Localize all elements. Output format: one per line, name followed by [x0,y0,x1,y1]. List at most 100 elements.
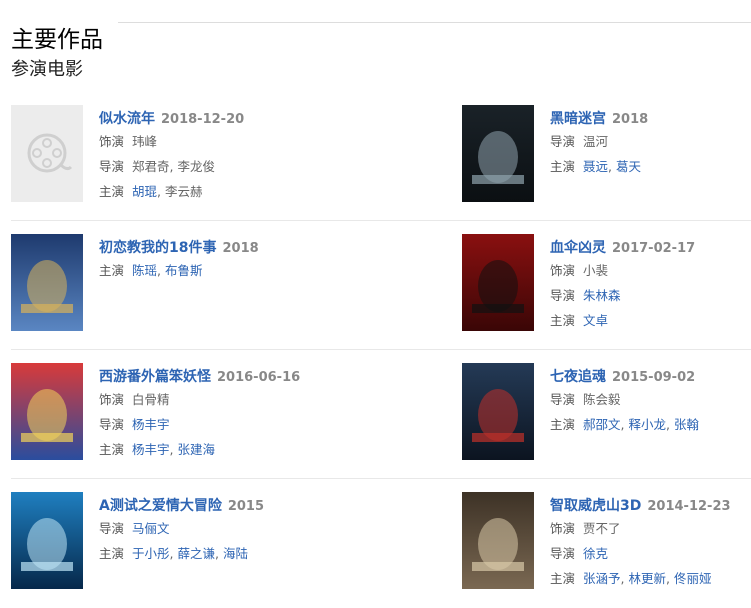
person-link[interactable]: 释小龙 [628,417,666,432]
movie-field: 导演 陈会毅 [550,388,751,412]
person-name: 李云赫 [164,184,203,199]
movie-row: A测试之爱情大冒险 2015 导演 马俪文 主演 于小彤, 薛之谦, 海陆 智取威虎山3D 2… [0,479,751,608]
field-label: 饰演 [99,392,125,407]
person-link[interactable]: 葛天 [616,159,641,174]
movie-date: 2018 [612,112,649,127]
movie-title-line: 血伞凶灵 2017-02-17 [550,236,751,258]
movie-field: 导演 徐克 [550,542,751,566]
person-link[interactable]: 张建海 [177,442,215,457]
movie-poster[interactable] [11,492,83,589]
movie-title-link[interactable]: 黑暗迷宫 [550,111,606,127]
person-link[interactable]: 海陆 [223,546,248,561]
movie-row: 西游番外篇笨妖怪 2016-06-16 饰演 白骨精 导演 杨丰宇 主演 杨丰宇, 张建海 七夜… [0,350,751,479]
person-name: 温河 [583,134,609,149]
field-label: 主演 [550,571,576,586]
movie-row: 似水流年 2018-12-20 饰演 玮峰 导演 郑君奇, 李龙俊 主演 胡琨, 李云赫 黑暗迷… [0,92,751,221]
person-link[interactable]: 马俪文 [132,521,170,536]
movie-item: 西游番外篇笨妖怪 2016-06-16 饰演 白骨精 导演 杨丰宇 主演 杨丰宇, 张建海 [11,363,311,463]
person-name: 郑君奇 [132,159,170,174]
subsection-title: 参演电影 [11,59,83,80]
movie-title-line: 七夜追魂 2015-09-02 [550,365,751,387]
movie-poster[interactable] [11,105,83,202]
movie-poster[interactable] [462,234,534,331]
movie-info: 黑暗迷宫 2018 导演 温河 主演 聂远, 葛天 [550,107,751,179]
movie-title-link[interactable]: 智取威虎山3D [550,498,641,514]
person-name: 玮峰 [132,134,158,149]
section-header: 主要作品 [0,0,751,53]
movie-info: 智取威虎山3D 2014-12-23 饰演 贾不了 导演 徐克 主演 张涵予, 林更新, 佟丽… [550,494,751,591]
name-separator: , [666,571,674,586]
movie-title-line: A测试之爱情大冒险 2015 [99,494,311,516]
person-link[interactable]: 杨丰宇 [132,442,170,457]
movie-title-line: 初恋教我的18件事 2018 [99,236,311,258]
field-label: 主演 [99,442,125,457]
person-link[interactable]: 布鲁斯 [165,263,203,278]
movie-title-line: 似水流年 2018-12-20 [99,107,311,129]
person-name: 白骨精 [132,392,170,407]
field-label: 主演 [99,184,125,199]
movie-item: 初恋教我的18件事 2018 主演 陈瑶, 布鲁斯 [11,234,311,334]
movie-date: 2017-02-17 [612,241,696,256]
movie-info: A测试之爱情大冒险 2015 导演 马俪文 主演 于小彤, 薛之谦, 海陆 [99,494,311,566]
field-label: 导演 [99,417,125,432]
person-link[interactable]: 杨丰宇 [132,417,170,432]
person-link[interactable]: 徐克 [583,546,608,561]
field-label: 导演 [99,521,125,536]
person-name: 李龙俊 [177,159,215,174]
movie-date: 2015 [227,499,265,514]
person-link[interactable]: 林更新 [628,571,666,586]
movie-field: 主演 聂远, 葛天 [550,155,751,179]
field-label: 主演 [99,263,125,278]
person-link[interactable]: 佟丽娅 [674,571,712,586]
movie-grid: 似水流年 2018-12-20 饰演 玮峰 导演 郑君奇, 李龙俊 主演 胡琨, 李云赫 黑暗迷… [0,92,751,608]
movie-poster[interactable] [462,363,534,460]
person-link[interactable]: 文卓 [583,313,608,328]
movie-poster[interactable] [462,492,534,589]
name-separator: , [666,417,674,432]
movie-title-line: 西游番外篇笨妖怪 2016-06-16 [99,365,311,387]
person-link[interactable]: 薛之谦 [177,546,215,561]
movie-title-link[interactable]: 血伞凶灵 [550,240,606,256]
movie-title-link[interactable]: 似水流年 [99,111,155,127]
movie-field: 主演 文卓 [550,309,751,333]
movie-row: 初恋教我的18件事 2018 主演 陈瑶, 布鲁斯 血伞凶灵 2017-02-17 饰演 小裴… [0,221,751,350]
movie-title-link[interactable]: 西游番外篇笨妖怪 [99,369,211,385]
movie-field: 饰演 贾不了 [550,517,751,541]
field-label: 饰演 [99,134,125,149]
person-link[interactable]: 胡琨 [132,184,157,199]
movie-field: 主演 张涵予, 林更新, 佟丽娅 [550,567,751,591]
movie-poster[interactable] [11,234,83,331]
movie-info: 似水流年 2018-12-20 饰演 玮峰 导演 郑君奇, 李龙俊 主演 胡琨, 李云赫 [99,107,311,204]
movie-date: 2018-12-20 [161,112,245,127]
movie-field: 饰演 白骨精 [99,388,311,412]
movie-title-link[interactable]: 初恋教我的18件事 [99,240,216,256]
person-link[interactable]: 张涵予 [583,571,621,586]
section-divider [118,22,751,23]
movie-poster[interactable] [11,363,83,460]
person-link[interactable]: 于小彤 [132,546,170,561]
field-label: 主演 [550,417,576,432]
person-link[interactable]: 郝邵文 [583,417,621,432]
field-label: 导演 [550,392,576,407]
person-link[interactable]: 朱林森 [583,288,621,303]
movie-field: 导演 朱林森 [550,284,751,308]
movie-poster[interactable] [462,105,534,202]
movie-field: 主演 胡琨, 李云赫 [99,180,311,204]
person-link[interactable]: 陈瑶 [132,263,157,278]
person-name: 贾不了 [583,521,621,536]
movie-field: 饰演 玮峰 [99,130,311,154]
movie-date: 2015-09-02 [612,370,696,385]
movie-item: 血伞凶灵 2017-02-17 饰演 小裴 导演 朱林森 主演 文卓 [462,234,751,334]
poster-image [462,234,534,331]
movie-title-link[interactable]: 七夜追魂 [550,369,606,385]
person-link[interactable]: 聂远 [583,159,608,174]
movie-title-line: 黑暗迷宫 2018 [550,107,751,129]
movie-field: 主演 郝邵文, 释小龙, 张翰 [550,413,751,437]
movie-title-link[interactable]: A测试之爱情大冒险 [99,498,222,514]
field-label: 饰演 [550,263,576,278]
person-link[interactable]: 张翰 [674,417,699,432]
section-title: 主要作品 [11,27,103,54]
poster-image [462,363,534,460]
movie-field: 饰演 小裴 [550,259,751,283]
field-label: 主演 [99,546,125,561]
